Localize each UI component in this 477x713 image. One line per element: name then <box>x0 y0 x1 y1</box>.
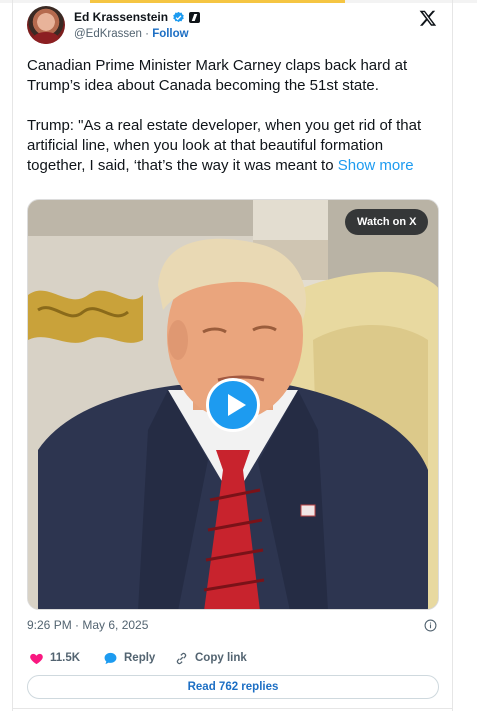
link-icon <box>176 652 187 664</box>
like-button[interactable]: 11.5K <box>29 649 80 667</box>
reply-label: Reply <box>124 652 156 664</box>
timestamp-row: 9:26 PM · May 6, 2025 <box>27 618 439 634</box>
card-bottom-divider <box>12 708 453 709</box>
x-logo-icon[interactable] <box>419 9 437 27</box>
tweet-timestamp[interactable]: 9:26 PM · May 6, 2025 <box>27 618 148 632</box>
show-more-link[interactable]: Show more <box>338 157 414 174</box>
like-count: 11.5K <box>50 652 81 664</box>
copy-link-label: Copy link <box>195 652 247 664</box>
author-handle[interactable]: @EdKrassen <box>74 28 142 40</box>
tweet-text: Canadian Prime Minister Mark Carney clap… <box>27 56 439 176</box>
author-name[interactable]: Ed Krassenstein <box>74 10 168 24</box>
handle-separator: · <box>145 28 149 40</box>
copy-link-button[interactable]: Copy link <box>174 649 247 667</box>
author-name-row: Ed Krassenstein <box>74 9 201 25</box>
avatar[interactable] <box>27 6 65 44</box>
reply-button[interactable]: Reply <box>103 649 155 667</box>
reply-bubble-icon <box>104 652 117 664</box>
play-icon[interactable] <box>206 378 260 432</box>
tweet-actions: 11.5K Reply Copy link <box>27 649 439 667</box>
handle-row: @EdKrassen · Follow <box>74 28 189 40</box>
read-replies-button[interactable]: Read 762 replies <box>27 675 439 699</box>
watch-on-x-button[interactable]: Watch on X <box>345 209 429 235</box>
video-player[interactable]: Watch on X <box>27 199 439 610</box>
info-icon[interactable] <box>424 619 437 632</box>
tweet-header: Ed Krassenstein @EdKrassen · Follow <box>27 6 442 46</box>
tweet-paragraph-1: Canadian Prime Minister Mark Carney clap… <box>27 57 408 94</box>
affiliate-badge-icon <box>189 11 201 23</box>
heart-icon <box>30 653 43 664</box>
tweet-paragraph-2: Trump: "As a real estate developer, when… <box>27 116 439 176</box>
verified-badge-icon <box>173 11 184 22</box>
follow-button[interactable]: Follow <box>152 28 188 40</box>
